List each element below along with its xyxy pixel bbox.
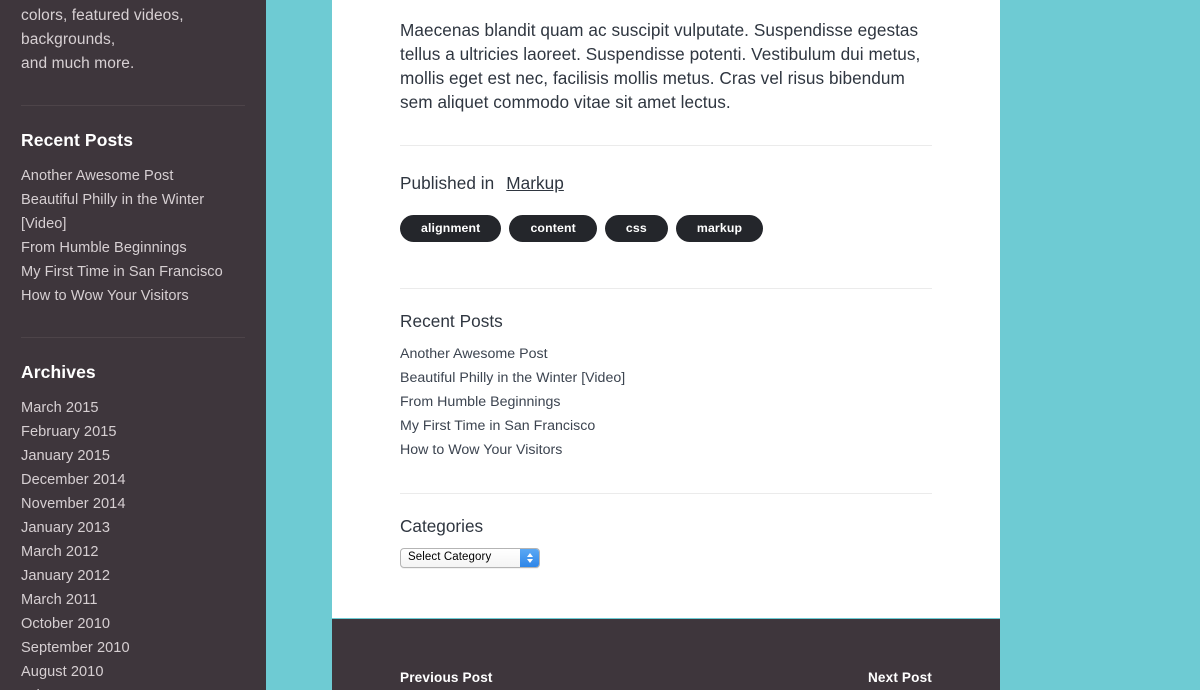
tag-link-markup[interactable]: markup [675,215,764,242]
sidebar-intro-line-1: colors, featured videos, backgrounds, [21,7,184,48]
list-item[interactable]: February 2015 [21,420,245,444]
sidebar-archive-link[interactable]: November 2014 [21,492,245,516]
content-divider-2 [400,288,932,289]
sidebar-archive-link[interactable]: October 2010 [21,612,245,636]
sidebar-recent-post-link[interactable]: Another Awesome Post [21,164,245,188]
tag-link-content[interactable]: content [509,215,597,242]
page-background: Maecenas blandit quam ac suscipit vulput… [266,0,1200,690]
list-item[interactable]: January 2015 [21,444,245,468]
sidebar-archive-link[interactable]: January 2012 [21,564,245,588]
published-in-label: Published in [400,173,495,193]
list-item[interactable]: Another Awesome Post [21,164,245,188]
list-item[interactable]: December 2014 [21,468,245,492]
list-item[interactable]: How to Wow Your Visitors [21,284,245,308]
sidebar-archive-link[interactable]: March 2012 [21,540,245,564]
post-paragraph: Maecenas blandit quam ac suscipit vulput… [400,20,921,112]
list-item[interactable]: January 2013 [21,516,245,540]
list-item[interactable]: November 2014 [21,492,245,516]
sidebar-recent-post-link[interactable]: From Humble Beginnings [21,236,245,260]
post-content-card: Maecenas blandit quam ac suscipit vulput… [332,0,1000,618]
sidebar-divider-2 [21,337,245,338]
sidebar-archive-link[interactable]: March 2011 [21,588,245,612]
sidebar-recent-posts-heading: Recent Posts [21,130,134,150]
previous-post-link[interactable]: Previous Post [400,670,493,685]
list-item[interactable]: October 2010 [21,612,245,636]
sidebar-archives-heading: Archives [21,362,96,382]
widget-recent-post-link[interactable]: How to Wow Your Visitors [400,438,932,462]
post-tag-list: alignment content css markup [400,215,932,242]
list-item[interactable]: From Humble Beginnings [21,236,245,260]
list-item[interactable]: Beautiful Philly in the Winter [Video] [400,366,932,390]
sidebar-archives-list: March 2015 February 2015 January 2015 De… [21,396,245,690]
sidebar-intro-text: xxxxxxxxx colors, featured videos, backg… [21,0,245,76]
list-item[interactable]: September 2010 [21,636,245,660]
category-select-value: Select Category [408,551,492,563]
sidebar-archive-link[interactable]: December 2014 [21,468,245,492]
sidebar-recent-posts-list: Another Awesome Post Beautiful Philly in… [21,164,245,308]
widget-recent-posts-list: Another Awesome Post Beautiful Philly in… [400,342,932,462]
list-item[interactable]: March 2015 [21,396,245,420]
sidebar-archive-link[interactable]: September 2010 [21,636,245,660]
sidebar-archive-link[interactable]: July 2010 [21,684,245,690]
list-item[interactable]: Another Awesome Post [400,342,932,366]
tag-item[interactable]: markup [675,215,764,242]
list-item[interactable]: March 2011 [21,588,245,612]
list-item[interactable]: August 2010 [21,660,245,684]
chevron-updown-icon[interactable] [520,549,539,567]
published-in-row: Published in Markup [400,173,932,194]
list-item[interactable]: January 2012 [21,564,245,588]
content-divider-3 [400,493,932,494]
sidebar-recent-post-link[interactable]: My First Time in San Francisco [21,260,245,284]
widget-recent-post-link[interactable]: My First Time in San Francisco [400,414,932,438]
sidebar-archive-link[interactable]: August 2010 [21,660,245,684]
sidebar-archive-link[interactable]: January 2013 [21,516,245,540]
tag-item[interactable]: content [509,215,597,242]
tag-link-alignment[interactable]: alignment [400,215,502,242]
tag-link-css[interactable]: css [604,215,668,242]
sidebar-archive-link[interactable]: January 2015 [21,444,245,468]
sidebar-recent-post-link[interactable]: Beautiful Philly in the Winter [Video] [21,188,245,236]
widget-recent-post-link[interactable]: Another Awesome Post [400,342,932,366]
list-item[interactable]: My First Time in San Francisco [21,260,245,284]
tag-item[interactable]: css [604,215,668,242]
sidebar-intro-line-2: and much more. [21,55,135,72]
list-item[interactable]: Beautiful Philly in the Winter [Video] [21,188,245,236]
widget-recent-post-link[interactable]: Beautiful Philly in the Winter [Video] [400,366,932,390]
sidebar-archive-link[interactable]: February 2015 [21,420,245,444]
next-post-link[interactable]: Next Post [868,670,932,685]
category-select[interactable]: Select Category [400,548,540,568]
list-item[interactable]: How to Wow Your Visitors [400,438,932,462]
widget-categories-heading: Categories [400,516,484,536]
post-navigation: Previous Post Next Post [332,619,1000,690]
list-item[interactable]: My First Time in San Francisco [400,414,932,438]
sidebar-divider-1 [21,105,245,106]
list-item[interactable]: July 2010 [21,684,245,690]
list-item[interactable]: March 2012 [21,540,245,564]
sidebar-recent-post-link[interactable]: How to Wow Your Visitors [21,284,245,308]
list-item[interactable]: From Humble Beginnings [400,390,932,414]
tag-item[interactable]: alignment [400,215,502,242]
widget-recent-posts-heading: Recent Posts [400,311,503,331]
widget-recent-post-link[interactable]: From Humble Beginnings [400,390,932,414]
sidebar: xxxxxxxxx colors, featured videos, backg… [0,0,266,690]
content-divider-1 [400,145,932,146]
sidebar-archive-link[interactable]: March 2015 [21,396,245,420]
post-category-link[interactable]: Markup [506,173,564,193]
